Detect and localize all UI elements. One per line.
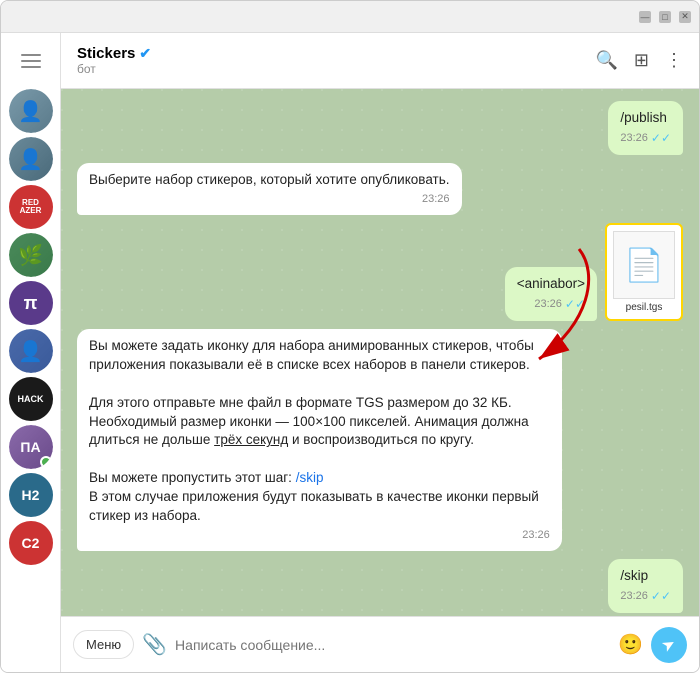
- tick-icon: ✓✓: [565, 296, 585, 313]
- chat-name: Stickers ✔: [77, 45, 583, 62]
- message-bubble-outgoing: /skip 23:26 ✓✓: [608, 559, 683, 613]
- sidebar-avatar-10[interactable]: C2: [9, 521, 53, 565]
- tick-icon: ✓✓: [651, 130, 671, 147]
- file-icon: 📄: [613, 231, 675, 299]
- sidebar-avatar-9[interactable]: H2: [9, 473, 53, 517]
- messages-area[interactable]: /publish 23:26 ✓✓ Выберите набор стикеро…: [61, 89, 699, 616]
- sidebar-avatar-8[interactable]: ПА: [9, 425, 53, 469]
- message-row: /publish 23:26 ✓✓: [77, 101, 683, 155]
- message-bubble-outgoing: <aninabor> 23:26 ✓✓: [505, 267, 597, 321]
- send-button[interactable]: ➤: [651, 627, 687, 663]
- sidebar-avatar-2[interactable]: 👤: [9, 137, 53, 181]
- skip-link[interactable]: /skip: [296, 470, 324, 485]
- sidebar-avatar-1[interactable]: 👤: [9, 89, 53, 133]
- maximize-button[interactable]: □: [659, 11, 671, 23]
- message-bubble-outgoing: /publish 23:26 ✓✓: [608, 101, 683, 155]
- title-bar-controls: — □ ✕: [639, 11, 691, 23]
- chat-area: Stickers ✔ бот 🔍 ⊞ ⋮ /publish: [61, 33, 699, 672]
- message-time: 23:26: [89, 192, 450, 207]
- sidebar-avatar-6[interactable]: 👤: [9, 329, 53, 373]
- input-area: Меню 📎 🙂 ➤: [61, 616, 699, 672]
- chat-name-text: Stickers: [77, 45, 135, 62]
- close-button[interactable]: ✕: [679, 11, 691, 23]
- header-icons: 🔍 ⊞ ⋮: [595, 50, 683, 71]
- message-time: 23:26 ✓✓: [620, 588, 671, 605]
- message-time: 23:26: [89, 528, 550, 543]
- sidebar-avatar-4[interactable]: 🌿: [9, 233, 53, 277]
- menu-button[interactable]: Меню: [73, 630, 134, 659]
- file-bubble[interactable]: 📄 pesil.tgs: [605, 223, 683, 321]
- message-time: 23:26 ✓✓: [517, 296, 585, 313]
- message-text: /publish: [620, 110, 667, 125]
- attach-icon[interactable]: 📎: [142, 632, 167, 657]
- sidebar: 👤 👤 RED AZER 🌿 π: [1, 33, 61, 672]
- hamburger-menu[interactable]: [11, 41, 51, 81]
- hamburger-line-3: [21, 66, 41, 68]
- emoji-icon[interactable]: 🙂: [618, 632, 643, 657]
- message-text: Вы можете задать иконку для набора аними…: [89, 338, 539, 523]
- chat-title-area: Stickers ✔ бот: [77, 45, 583, 76]
- message-time: 23:26 ✓✓: [620, 130, 671, 147]
- verified-icon: ✔: [139, 45, 151, 62]
- message-group: <aninabor> 23:26 ✓✓ 📄 pesil.tgs: [77, 223, 683, 321]
- more-icon[interactable]: ⋮: [665, 50, 683, 71]
- hamburger-line-1: [21, 54, 41, 56]
- minimize-button[interactable]: —: [639, 11, 651, 23]
- message-input[interactable]: [175, 637, 610, 653]
- message-row: /skip 23:26 ✓✓: [77, 559, 683, 613]
- chat-header: Stickers ✔ бот 🔍 ⊞ ⋮: [61, 33, 699, 89]
- online-badge-8: [40, 456, 52, 468]
- sidebar-avatar-7[interactable]: HACK: [9, 377, 53, 421]
- message-bubble-incoming: Вы можете задать иконку для набора аними…: [77, 329, 562, 551]
- message-text: Выберите набор стикеров, который хотите …: [89, 172, 450, 187]
- chat-subtitle: бот: [77, 62, 583, 76]
- sidebar-avatar-3[interactable]: RED AZER: [9, 185, 53, 229]
- hamburger-line-2: [21, 60, 41, 62]
- send-icon: ➤: [658, 632, 680, 656]
- sidebar-avatar-5[interactable]: π: [9, 281, 53, 325]
- message-text: /skip: [620, 568, 648, 583]
- tick-icon: ✓✓: [651, 588, 671, 605]
- main-layout: 👤 👤 RED AZER 🌿 π: [1, 33, 699, 672]
- message-bubble-incoming: Выберите набор стикеров, который хотите …: [77, 163, 462, 215]
- message-row: Вы можете задать иконку для набора аними…: [77, 329, 683, 551]
- message-text: <aninabor>: [517, 276, 585, 291]
- search-icon[interactable]: 🔍: [595, 50, 617, 71]
- app-window: — □ ✕ 👤 👤: [0, 0, 700, 673]
- layout-icon[interactable]: ⊞: [634, 50, 649, 71]
- file-name-label: pesil.tgs: [613, 302, 675, 313]
- title-bar: — □ ✕: [1, 1, 699, 33]
- message-row: Выберите набор стикеров, который хотите …: [77, 163, 683, 215]
